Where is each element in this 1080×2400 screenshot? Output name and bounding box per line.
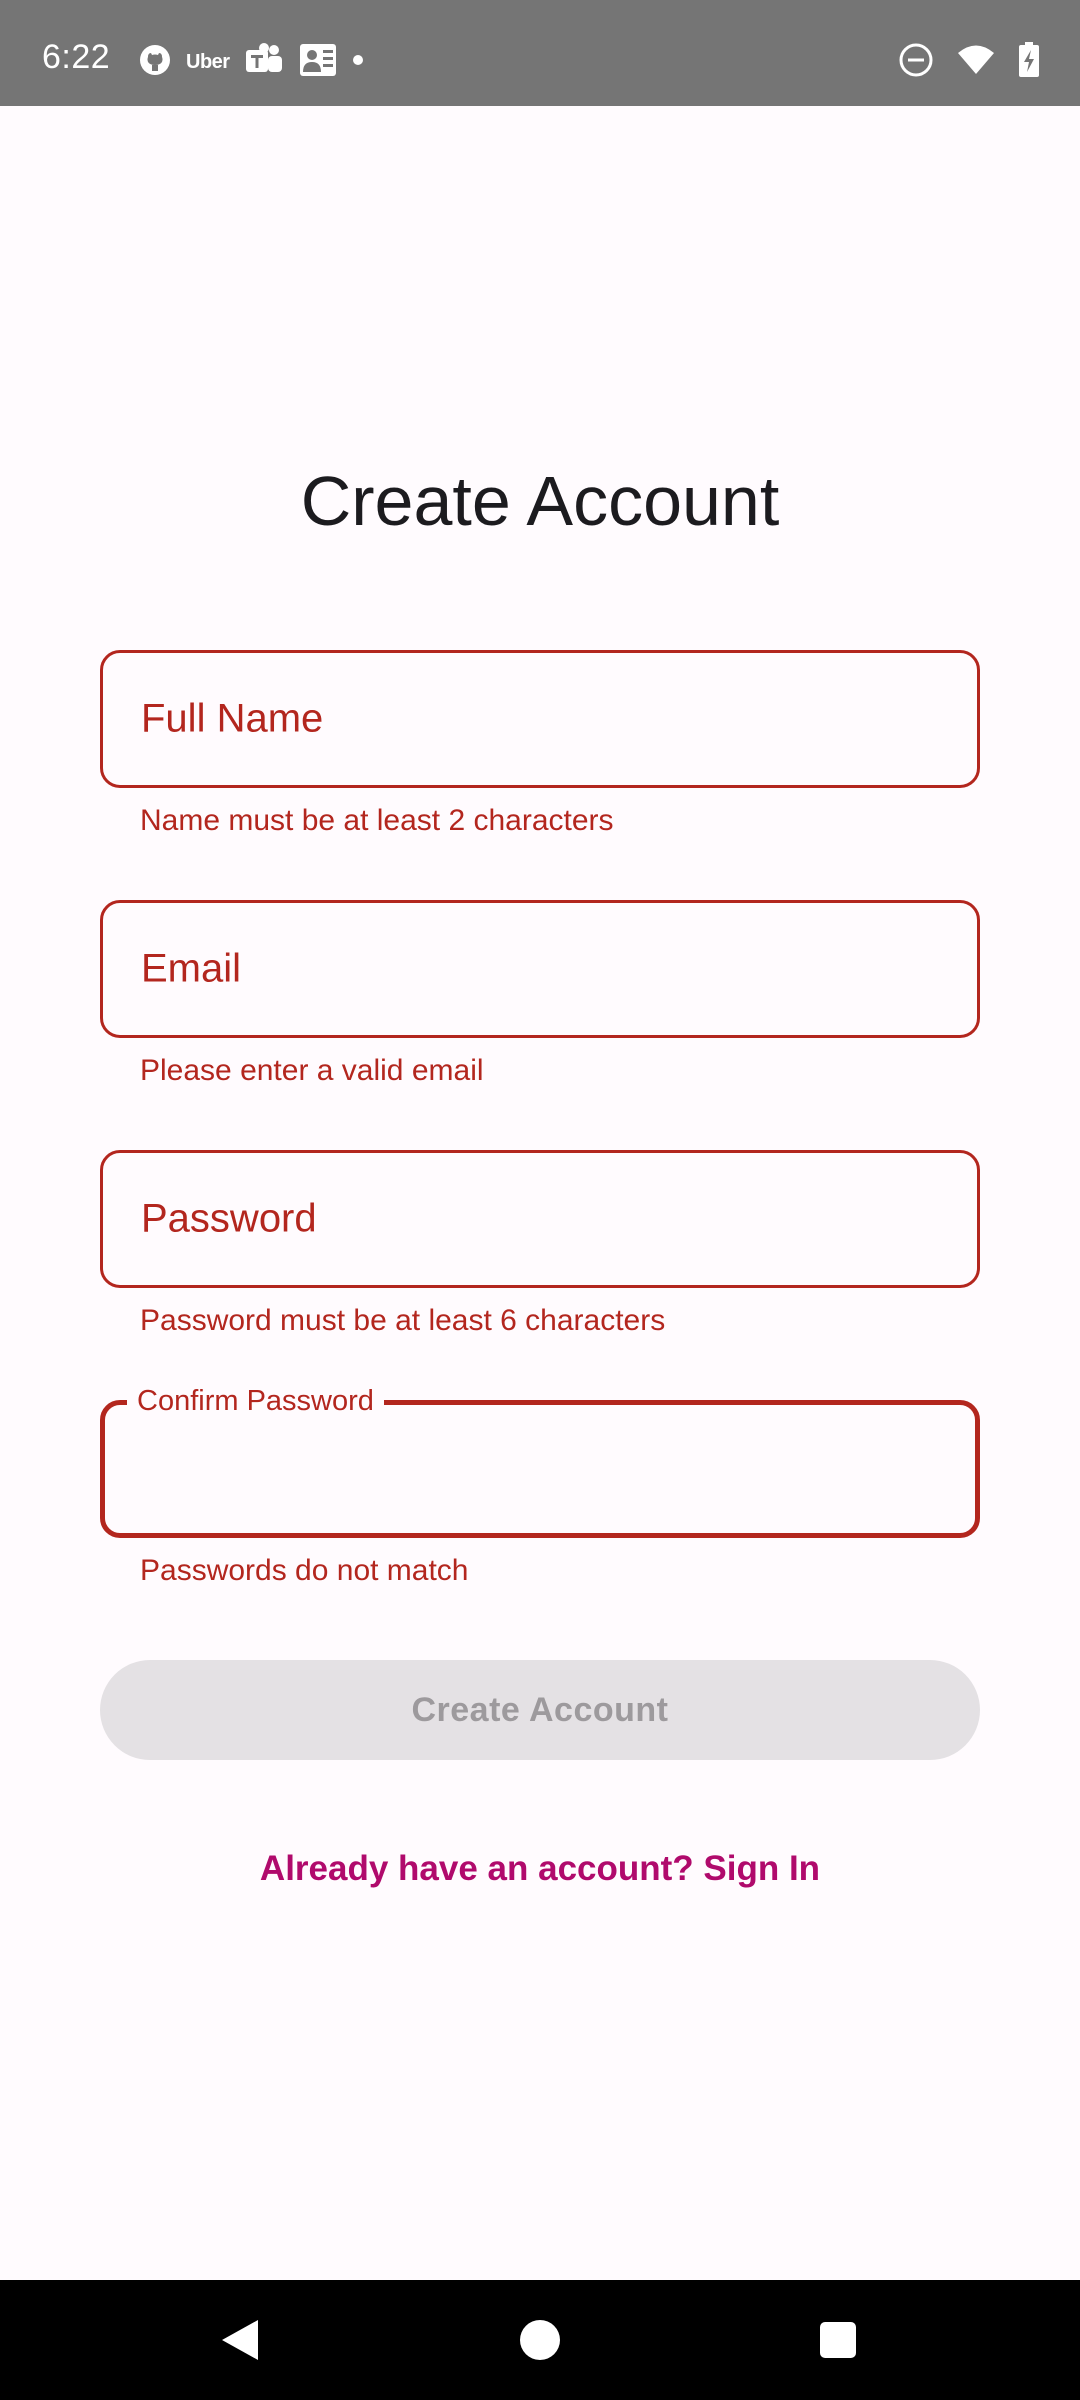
- status-time: 6:22: [42, 38, 111, 76]
- full-name-error: Name must be at least 2 characters: [140, 804, 614, 837]
- system-icons: [898, 41, 1040, 83]
- uber-icon: Uber: [186, 50, 230, 73]
- full-name-field[interactable]: Full Name: [100, 650, 980, 788]
- do-not-disturb-icon: [898, 42, 934, 83]
- password-placeholder: Password: [141, 1196, 317, 1241]
- teams-icon: [244, 42, 284, 83]
- email-placeholder: Email: [141, 946, 242, 991]
- password-error: Password must be at least 6 characters: [140, 1304, 666, 1337]
- back-icon[interactable]: [222, 2320, 258, 2360]
- email-field[interactable]: Email: [100, 900, 980, 1038]
- create-account-button[interactable]: Create Account: [100, 1660, 980, 1760]
- email-error: Please enter a valid email: [140, 1054, 484, 1087]
- navigation-bar: [0, 2280, 1080, 2400]
- github-icon: [138, 43, 172, 82]
- confirm-password-field[interactable]: Confirm Password: [100, 1383, 980, 1538]
- status-bar: 6:22 Uber: [0, 0, 1080, 106]
- page-title: Create Account: [300, 462, 780, 540]
- notification-icons: Uber: [138, 42, 364, 82]
- confirm-password-error: Passwords do not match: [140, 1554, 469, 1587]
- create-account-button-label: Create Account: [411, 1690, 669, 1729]
- full-name-placeholder: Full Name: [141, 696, 324, 741]
- confirm-password-label: Confirm Password: [127, 1383, 384, 1421]
- work-profile-icon: [298, 42, 338, 83]
- recents-icon[interactable]: [820, 2322, 856, 2358]
- password-field[interactable]: Password: [100, 1150, 980, 1288]
- sign-in-link[interactable]: Already have an account? Sign In: [0, 1851, 1080, 1886]
- battery-charging-icon: [1018, 41, 1040, 83]
- dot-icon: [352, 53, 364, 71]
- home-icon[interactable]: [520, 2320, 560, 2360]
- wifi-icon: [956, 44, 996, 81]
